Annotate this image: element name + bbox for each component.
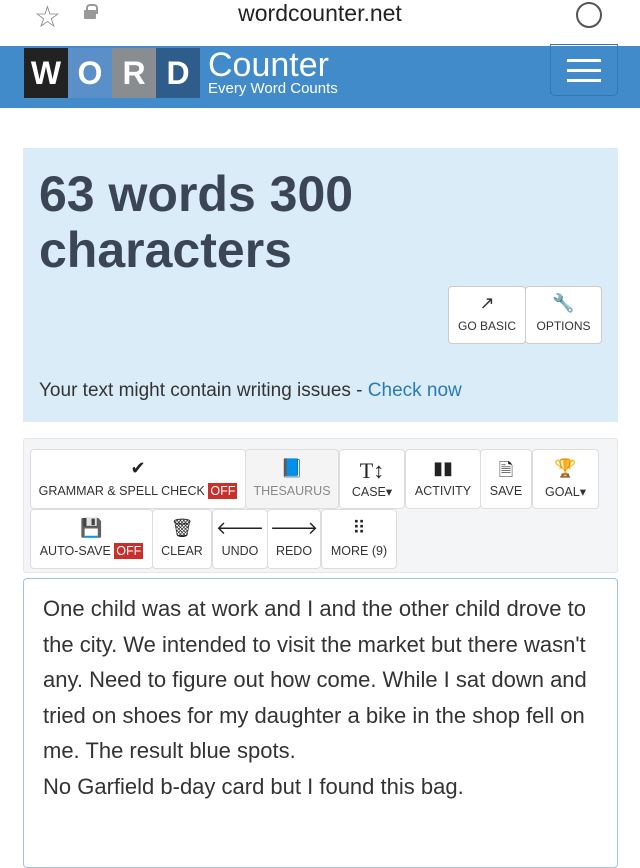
reload-icon[interactable]: [576, 2, 602, 28]
save-button[interactable]: 🗎 SAVE: [480, 449, 532, 509]
logo-letter: D: [156, 48, 200, 98]
grid-icon: ⠿: [352, 518, 366, 538]
go-basic-button[interactable]: ↗ GO BASIC: [448, 286, 526, 344]
tagline: Every Word Counts: [208, 80, 338, 97]
logo-word: Counter: [208, 46, 329, 84]
issue-notice: Your text might contain writing issues -…: [39, 380, 462, 402]
button-label: REDO: [275, 544, 313, 558]
undo-button[interactable]: 🡐 UNDO: [212, 509, 268, 569]
book-icon: 📘: [280, 458, 304, 478]
word-count-summary: 63 words 300 characters: [39, 166, 354, 278]
logo-letter: W: [24, 48, 68, 98]
floppy-icon: 💾: [80, 518, 103, 538]
trophy-icon: 🏆: [554, 458, 577, 478]
options-button[interactable]: 🔧 OPTIONS: [525, 286, 602, 344]
button-label: ACTIVITY: [414, 484, 472, 498]
hamburger-icon[interactable]: [550, 44, 618, 96]
button-label: GOAL: [544, 485, 580, 499]
check-now-link[interactable]: Check now: [368, 380, 462, 401]
logo-letter: R: [112, 48, 156, 98]
logo-letter: O: [68, 48, 112, 98]
url-text[interactable]: wordcounter.net: [0, 0, 640, 27]
button-label: CLEAR: [161, 544, 203, 558]
check-icon: ✔: [130, 458, 146, 478]
button-label: AUTO-SAVE: [39, 544, 111, 558]
grammar-check-button[interactable]: ✔ GRAMMAR & SPELL CHECK OFF: [30, 449, 246, 509]
wrench-icon: 🔧: [552, 293, 575, 313]
button-label: OPTIONS: [536, 319, 591, 333]
button-label: CASE: [351, 485, 386, 499]
clear-button[interactable]: 🗑 CLEAR: [152, 509, 212, 569]
goal-button[interactable]: 🏆 GOAL▾: [532, 449, 599, 509]
button-label: SAVE: [489, 484, 523, 498]
redo-button[interactable]: 🡒 REDO: [267, 509, 321, 569]
logo[interactable]: W O R D Counter Every Word Counts: [24, 48, 338, 98]
text-editor[interactable]: One child was at work and I and the othe…: [23, 578, 618, 868]
button-label: THESAURUS: [253, 484, 331, 498]
arrow-right-icon: 🡒: [269, 518, 319, 538]
stats-panel: 63 words 300 characters ↗ GO BASIC 🔧 OPTIO…: [23, 148, 618, 422]
editor-text[interactable]: One child was at work and I and the othe…: [43, 591, 598, 804]
thesaurus-button[interactable]: 📘 THESAURUS: [245, 449, 339, 509]
case-button[interactable]: T↕ CASE▾: [339, 449, 405, 509]
auto-save-button[interactable]: 💾 AUTO-SAVE OFF: [30, 509, 153, 569]
browser-url-bar: ☆ wordcounter.net: [0, 0, 640, 46]
activity-button[interactable]: ▮▮ ACTIVITY: [405, 449, 481, 509]
site-header: W O R D Counter Every Word Counts: [0, 44, 640, 108]
off-badge: OFF: [208, 483, 238, 499]
toolbar: ✔ GRAMMAR & SPELL CHECK OFF 📘 THESAURUS T↕…: [23, 438, 618, 573]
more-button[interactable]: ⠿ MORE (9): [321, 509, 397, 569]
button-label: UNDO: [221, 544, 259, 558]
bar-chart-icon: ▮▮: [433, 458, 453, 478]
button-label: GRAMMAR & SPELL CHECK: [38, 484, 205, 498]
text-case-icon: T↕: [359, 458, 385, 483]
button-label: GO BASIC: [457, 319, 516, 333]
button-label: MORE (9): [330, 544, 388, 558]
arrow-left-icon: 🡐: [215, 518, 265, 538]
trash-icon: 🗑: [170, 518, 194, 538]
issue-text: Your text might contain writing issues -: [39, 380, 368, 401]
off-badge: OFF: [114, 543, 144, 559]
external-link-icon: ↗: [479, 293, 495, 313]
save-file-icon: 🗎: [498, 460, 514, 480]
